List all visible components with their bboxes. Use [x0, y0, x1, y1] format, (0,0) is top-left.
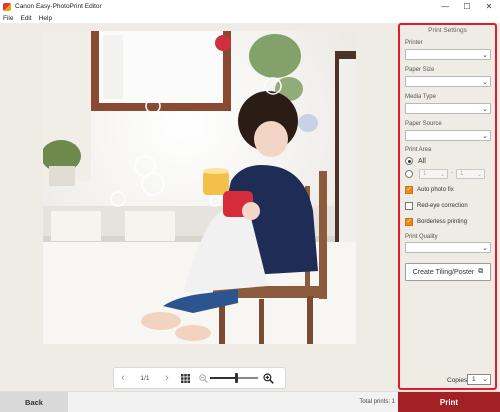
chevron-down-icon: ⌄ [482, 133, 488, 140]
copies-label: Copies [447, 377, 468, 384]
paper-source-dropdown[interactable]: ⌄ [405, 130, 491, 141]
zoom-in-icon[interactable] [261, 368, 275, 388]
print-area-all-option[interactable]: All [405, 157, 426, 165]
all-radio[interactable] [405, 157, 413, 165]
back-button[interactable]: Back [0, 392, 68, 412]
next-page-button[interactable]: › [158, 368, 176, 388]
copies-value: 1 [472, 376, 476, 383]
all-radio-label: All [418, 157, 426, 165]
preview-navigation: ‹ 1/1 › [113, 367, 286, 389]
print-button[interactable]: Print [398, 392, 500, 412]
media-type-dropdown[interactable]: ⌄ [405, 103, 491, 114]
printer-label: Printer [405, 40, 423, 46]
close-button[interactable]: ✕ [478, 0, 500, 13]
printer-dropdown[interactable]: ⌄ [405, 49, 491, 60]
photo-preview[interactable] [43, 31, 356, 344]
print-area-range-option[interactable] [405, 170, 413, 178]
photo-image [43, 31, 356, 344]
range-to-value: 1 [460, 171, 464, 177]
chevron-down-icon: ⌄ [482, 52, 488, 59]
chevron-down-icon: ⌄ [482, 106, 488, 113]
total-prints: Total prints: 1 [359, 399, 395, 405]
range-dash: - [451, 170, 453, 176]
media-type-label: Media Type [405, 94, 436, 100]
print-area-label: Print Area [405, 147, 432, 153]
borderless-checkbox[interactable] [405, 218, 413, 226]
title-bar: Canon Easy-PhotoPrint Editor — ☐ ✕ [0, 0, 500, 13]
window-controls: — ☐ ✕ [434, 0, 500, 13]
external-window-icon: ⧉ [478, 268, 484, 275]
bottom-bar: Back Total prints: 1 Print [0, 391, 500, 412]
zoom-out-icon[interactable] [198, 368, 208, 388]
menu-help[interactable]: Help [39, 15, 52, 22]
red-eye-option[interactable]: Red-eye correction [405, 202, 468, 210]
zoom-slider[interactable] [210, 368, 258, 388]
tiling-button-label: Create Tiling/Poster [412, 268, 475, 276]
chevron-down-icon: ⌄ [482, 245, 488, 252]
red-eye-label: Red-eye correction [417, 203, 468, 209]
range-from-value: 1 [423, 171, 427, 177]
range-from-select[interactable]: 1 ⌄ [419, 169, 448, 179]
chevron-down-icon: ⌄ [482, 376, 488, 383]
menu-edit[interactable]: Edit [20, 15, 31, 22]
auto-photo-fix-checkbox[interactable] [405, 186, 413, 194]
paper-source-label: Paper Source [405, 121, 442, 127]
paper-size-dropdown[interactable]: ⌄ [405, 76, 491, 87]
paper-size-label: Paper Size [405, 67, 435, 73]
menu-file[interactable]: File [3, 15, 13, 22]
borderless-option[interactable]: Borderless printing [405, 218, 467, 226]
chevron-down-icon: ⌄ [482, 79, 488, 86]
borderless-label: Borderless printing [417, 219, 468, 225]
range-to-select[interactable]: 1 ⌄ [456, 169, 485, 179]
copies-select[interactable]: 1 ⌄ [467, 374, 491, 385]
range-radio[interactable] [405, 170, 413, 178]
create-tiling-poster-button[interactable]: Create Tiling/Poster ⧉ [405, 263, 491, 281]
menu-bar: File Edit Help [0, 13, 500, 23]
chevron-down-icon: ⌄ [476, 172, 482, 178]
red-eye-checkbox[interactable] [405, 202, 413, 210]
thumbnail-grid-icon[interactable] [176, 368, 194, 388]
print-settings-panel: Print Settings Printer ⌄ Paper Size ⌄ Me… [398, 23, 500, 391]
maximize-button[interactable]: ☐ [456, 0, 478, 13]
window-title: Canon Easy-PhotoPrint Editor [15, 3, 102, 10]
app-icon [3, 2, 11, 11]
prev-page-button[interactable]: ‹ [114, 368, 132, 388]
panel-title: Print Settings [428, 27, 467, 34]
minimize-button[interactable]: — [434, 0, 456, 13]
auto-photo-fix-option[interactable]: Auto photo fix [405, 186, 454, 194]
print-quality-dropdown[interactable]: ⌄ [405, 242, 491, 253]
print-quality-label: Print Quality [405, 234, 438, 240]
preview-area: ‹ 1/1 › [0, 23, 398, 391]
chevron-down-icon: ⌄ [439, 172, 445, 178]
zoom-slider-fill [210, 377, 235, 379]
zoom-slider-thumb[interactable] [235, 373, 238, 383]
auto-photo-fix-label: Auto photo fix [417, 187, 454, 193]
page-indicator: 1/1 [140, 374, 150, 382]
